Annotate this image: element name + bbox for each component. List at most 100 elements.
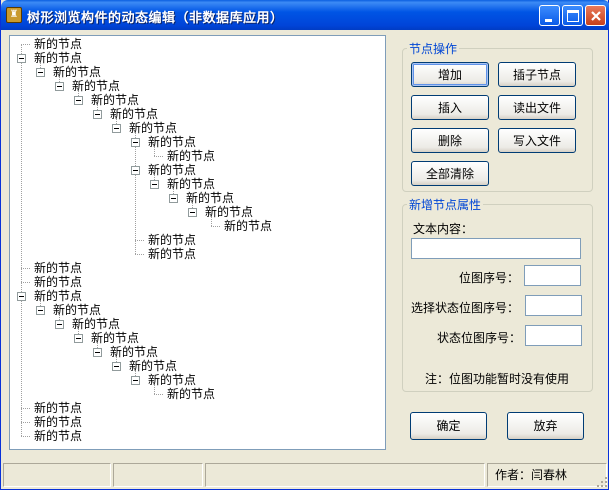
tree-line (21, 268, 30, 269)
status-panel-1 (3, 463, 111, 487)
add-button[interactable]: 增加 (411, 62, 489, 87)
collapse-icon (74, 334, 83, 343)
selected-image-index-label: 选择状态位图序号： (411, 301, 520, 315)
close-button[interactable] (585, 5, 606, 26)
tree-line (21, 436, 30, 437)
maximize-button[interactable] (562, 5, 583, 26)
collapse-icon (36, 68, 45, 77)
collapse-icon (169, 194, 178, 203)
app-icon[interactable]: ♜ (6, 7, 22, 23)
collapse-icon (55, 320, 64, 329)
bitmap-note: 注：位图功能暂时没有使用 (425, 372, 570, 386)
tree-node[interactable]: 新的节点 (129, 121, 177, 135)
maximize-icon (567, 10, 579, 22)
tree-line (21, 58, 22, 268)
tree-node[interactable]: 新的节点 (34, 429, 82, 443)
tree-line (154, 156, 163, 157)
tree-node[interactable]: 新的节点 (205, 205, 253, 219)
write-file-button[interactable]: 写入文件 (498, 128, 576, 153)
tree-node[interactable]: 新的节点 (148, 373, 196, 387)
collapse-icon (55, 82, 64, 91)
read-file-button[interactable]: 读出文件 (498, 95, 576, 120)
collapse-icon (74, 96, 83, 105)
collapse-icon (36, 306, 45, 315)
collapse-icon (17, 292, 26, 301)
delete-button[interactable]: 删除 (411, 128, 489, 153)
tree-node[interactable]: 新的节点 (53, 303, 101, 317)
tree-node[interactable]: 新的节点 (110, 107, 158, 121)
resize-grip-icon[interactable] (596, 476, 608, 488)
tree-node[interactable]: 新的节点 (148, 247, 196, 261)
collapse-icon (131, 376, 140, 385)
tree-node[interactable]: 新的节点 (186, 191, 234, 205)
tree-line (21, 408, 22, 422)
collapse-icon (93, 110, 102, 119)
tree-line (135, 170, 136, 240)
tree-node[interactable]: 新的节点 (34, 37, 82, 51)
tree-node[interactable]: 新的节点 (34, 275, 82, 289)
tree-node[interactable]: 新的节点 (91, 93, 139, 107)
title-bar[interactable]: ♜ 树形浏览构件的动态编辑（非数据库应用） (1, 0, 609, 30)
tree-node[interactable]: 新的节点 (34, 415, 82, 429)
insert-child-button[interactable]: 插子节点 (498, 62, 576, 87)
tree-node[interactable]: 新的节点 (53, 65, 101, 79)
selected-image-index-input[interactable] (525, 295, 582, 316)
tree-line (135, 240, 136, 254)
tree-line (135, 254, 144, 255)
tree-node[interactable]: 新的节点 (167, 387, 215, 401)
tree-node[interactable]: 新的节点 (167, 149, 215, 163)
collapse-icon (17, 54, 26, 63)
tree-line (135, 240, 144, 241)
author-label: 作者：闫春林 (495, 468, 568, 482)
tree-line (21, 422, 22, 436)
tree-node[interactable]: 新的节点 (110, 345, 158, 359)
tree-node[interactable]: 新的节点 (34, 261, 82, 275)
tree-view[interactable]: 新的节点 新的节点 新的节点 新的节点 新的节点 新的节点 新的节点 新的节点 新的节点 新的节点… (9, 35, 386, 450)
tree-node[interactable]: 新的节点 (148, 233, 196, 247)
tree-line (21, 282, 30, 283)
image-index-label: 位图序号： (459, 271, 520, 285)
state-image-index-input[interactable] (525, 325, 582, 346)
tree-node[interactable]: 新的节点 (129, 359, 177, 373)
new-node-properties-legend: 新增节点属性 (409, 198, 482, 212)
text-content-label: 文本内容： (413, 222, 474, 236)
close-icon (591, 11, 601, 21)
ok-button[interactable]: 确定 (410, 412, 487, 440)
tree-node[interactable]: 新的节点 (34, 401, 82, 415)
collapse-icon (188, 208, 197, 217)
text-content-input[interactable] (411, 238, 581, 259)
tree-node[interactable]: 新的节点 (34, 51, 82, 65)
tree-node[interactable]: 新的节点 (224, 219, 272, 233)
tree-line (154, 394, 163, 395)
minimize-icon (545, 19, 552, 22)
window-title: 树形浏览构件的动态编辑（非数据库应用） (27, 11, 284, 26)
state-image-index-label: 状态位图序号： (437, 331, 522, 345)
tree-line (21, 44, 30, 45)
tree-node[interactable]: 新的节点 (34, 289, 82, 303)
insert-button[interactable]: 插入 (411, 95, 489, 120)
image-index-input[interactable] (524, 265, 581, 286)
collapse-icon (93, 348, 102, 357)
cancel-button[interactable]: 放弃 (507, 412, 584, 440)
tree-node[interactable]: 新的节点 (167, 177, 215, 191)
status-panel-2 (113, 463, 203, 487)
tree-line (21, 296, 22, 408)
collapse-icon (131, 166, 140, 175)
node-operations-legend: 节点操作 (409, 42, 458, 56)
collapse-icon (112, 124, 121, 133)
collapse-icon (150, 180, 159, 189)
tree-node[interactable]: 新的节点 (148, 163, 196, 177)
status-panel-3 (205, 463, 485, 487)
tree-line (21, 408, 30, 409)
collapse-icon (112, 362, 121, 371)
minimize-button[interactable] (539, 5, 560, 26)
tree-node[interactable]: 新的节点 (91, 331, 139, 345)
tree-node[interactable]: 新的节点 (72, 79, 120, 93)
clear-all-button[interactable]: 全部清除 (411, 161, 489, 186)
tree-line (21, 422, 30, 423)
tree-node[interactable]: 新的节点 (148, 135, 196, 149)
main-window: ♜ 树形浏览构件的动态编辑（非数据库应用） 新的节点 新的节点 新的节点 新的节点 新的… (0, 0, 609, 490)
tree-node[interactable]: 新的节点 (72, 317, 120, 331)
collapse-icon (131, 138, 140, 147)
tree-line (21, 268, 22, 282)
